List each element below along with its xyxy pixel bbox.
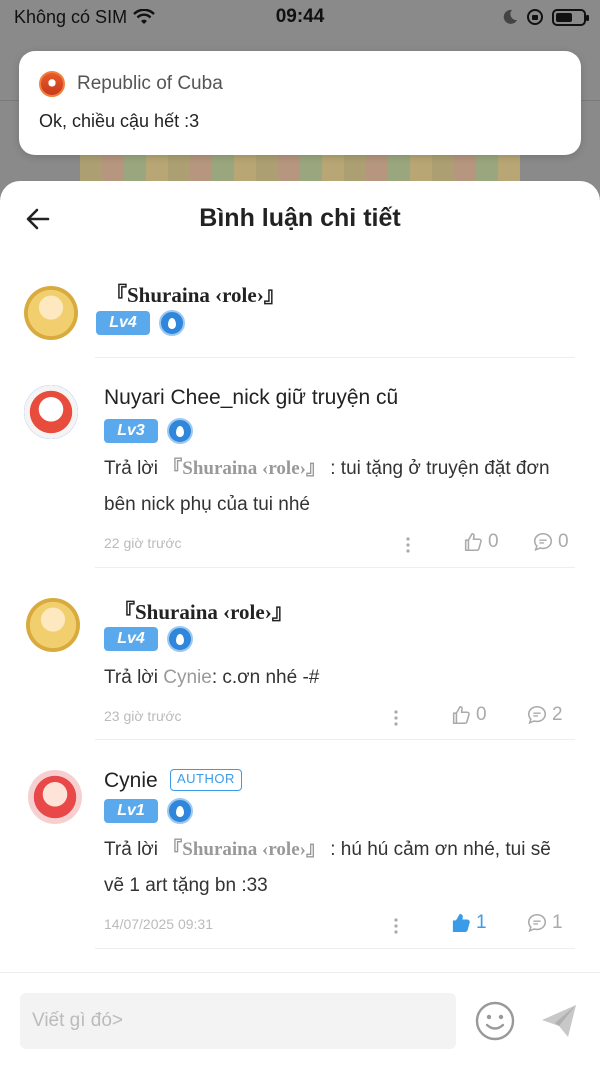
comment-author[interactable]: Cynie: [104, 769, 158, 793]
reply-mention[interactable]: 『Shuraina ‹role›』: [163, 839, 325, 860]
avatar[interactable]: [28, 770, 82, 824]
like-count: 0: [476, 704, 487, 725]
reply-count: 1: [552, 912, 563, 933]
carrier-label: Không có SIM: [14, 6, 128, 27]
thumbs-up-icon: [452, 705, 470, 725]
comment-body: Trả lời 『Shuraina ‹role›』 : hú hú cảm ơn…: [104, 832, 564, 904]
like-count: 1: [476, 912, 487, 933]
reply-count: 2: [552, 704, 563, 725]
back-arrow-icon[interactable]: [24, 205, 52, 233]
drop-badge-icon: [167, 626, 193, 652]
reply-mention[interactable]: 『Shuraina ‹role›』: [163, 458, 325, 479]
comment-author[interactable]: 『Shuraina ‹role›』: [114, 596, 293, 626]
reply-mention[interactable]: Cynie: [163, 667, 212, 688]
notification-banner[interactable]: Republic of Cuba Ok, chiều cậu hết :3: [19, 51, 581, 155]
carrier-group: Không có SIM: [14, 7, 155, 28]
more-vertical-icon[interactable]: [405, 536, 411, 554]
like-button[interactable]: 0: [450, 704, 487, 726]
more-vertical-icon[interactable]: [393, 917, 399, 935]
divider: [95, 739, 575, 740]
level-badge: Lv4: [96, 311, 150, 335]
app-icon: [39, 71, 65, 97]
avatar[interactable]: [24, 286, 78, 340]
battery-icon: [552, 8, 589, 26]
divider: [95, 357, 575, 358]
like-button[interactable]: 0: [462, 531, 499, 553]
reply-prefix: Trả lời: [104, 839, 158, 860]
send-icon[interactable]: [538, 1000, 580, 1042]
drop-badge-icon: [167, 798, 193, 824]
thumbs-up-icon: [452, 913, 470, 933]
divider: [95, 948, 575, 949]
level-badge: Lv4: [104, 627, 158, 651]
comment-input[interactable]: [20, 993, 456, 1049]
chat-bubble-icon: [533, 532, 553, 552]
wifi-icon: [133, 9, 155, 24]
level-badge: Lv3: [104, 419, 158, 443]
comment-text: : c.ơn nhé -#: [211, 667, 320, 688]
reply-comment: Nuyari Chee_nick giữ truyện cũ Lv3 Trả l…: [0, 381, 600, 566]
notification-app-name: Republic of Cuba: [77, 73, 223, 94]
level-badge: Lv1: [104, 799, 158, 823]
reply-prefix: Trả lời: [104, 458, 158, 479]
like-button[interactable]: 1: [450, 912, 487, 934]
drop-badge-icon: [159, 310, 185, 336]
drop-badge-icon: [167, 418, 193, 444]
reply-count: 0: [558, 531, 569, 552]
comment-time: 22 giờ trước: [104, 535, 182, 551]
chat-bubble-icon: [527, 913, 547, 933]
comment-input-bar: [0, 972, 600, 1067]
comment-detail-sheet: Bình luận chi tiết 『Shuraina ‹role›』 Lv4…: [0, 181, 600, 1067]
comment-time: 23 giờ trước: [104, 708, 182, 724]
comment-time: 14/07/2025 09:31: [104, 916, 213, 932]
thumbs-up-icon: [464, 532, 482, 552]
chat-bubble-icon: [527, 705, 547, 725]
sheet-title: Bình luận chi tiết: [199, 203, 401, 232]
reply-button[interactable]: 2: [526, 704, 563, 726]
avatar[interactable]: [24, 385, 78, 439]
moon-icon: [503, 9, 517, 24]
reply-comment: Cynie AUTHOR Lv1 Trả lời 『Shuraina ‹role…: [0, 764, 600, 949]
like-count: 0: [488, 531, 499, 552]
comment-body: Trả lời 『Shuraina ‹role›』 : tui tặng ở t…: [104, 451, 564, 523]
notification-message: Ok, chiều cậu hết :3: [39, 111, 200, 131]
reply-button[interactable]: 1: [526, 912, 563, 934]
clock: 09:44: [275, 6, 325, 27]
comment-body: Trả lời Cynie: c.ơn nhé -#: [104, 660, 564, 696]
battery-fill: [556, 12, 572, 22]
comment-author[interactable]: Nuyari Chee_nick giữ truyện cũ: [104, 386, 398, 410]
reply-comment: 『Shuraina ‹role›』 Lv4 Trả lời Cynie: c.ơ…: [0, 591, 600, 741]
root-comment: 『Shuraina ‹role›』 Lv4: [0, 276, 600, 361]
orientation-lock-icon: [527, 9, 543, 25]
avatar[interactable]: [26, 598, 80, 652]
divider: [95, 567, 575, 568]
reply-prefix: Trả lời: [104, 667, 158, 688]
comment-author[interactable]: 『Shuraina ‹role›』: [106, 279, 285, 309]
smiley-icon[interactable]: [474, 1000, 516, 1042]
more-vertical-icon[interactable]: [393, 709, 399, 727]
notification-header: Republic of Cuba: [39, 71, 561, 97]
author-tag: AUTHOR: [170, 769, 242, 791]
status-icons: [502, 8, 589, 26]
status-bar: Không có SIM 09:44: [0, 0, 600, 34]
sheet-header: Bình luận chi tiết: [0, 181, 600, 255]
reply-button[interactable]: 0: [532, 531, 569, 553]
